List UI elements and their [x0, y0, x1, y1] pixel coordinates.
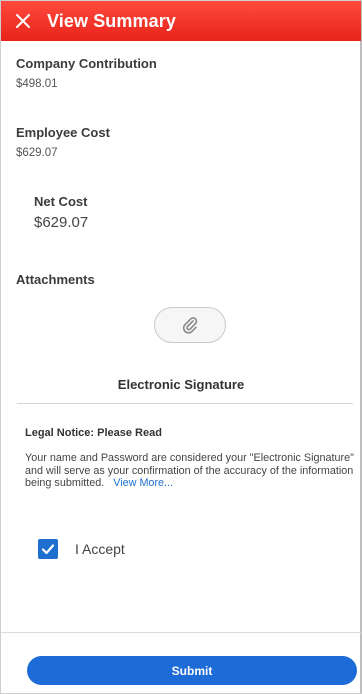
close-icon — [16, 14, 30, 28]
checkmark-icon — [41, 544, 55, 555]
attachments-label: Attachments — [16, 272, 95, 287]
add-attachment-button[interactable] — [154, 307, 226, 343]
net-cost-value: $629.07 — [34, 214, 89, 231]
electronic-signature-title: Electronic Signature — [117, 377, 245, 392]
legal-notice-title: Legal Notice: Please Read — [25, 427, 162, 439]
legal-notice-text: Your name and Password are considered yo… — [25, 452, 361, 490]
view-more-link[interactable]: View More... — [113, 477, 173, 489]
accept-checkbox[interactable] — [38, 539, 58, 559]
employee-cost-value: $629.07 — [16, 147, 58, 159]
employee-cost-label: Employee Cost — [16, 125, 110, 140]
section-divider — [17, 403, 353, 404]
net-cost-label: Net Cost — [34, 194, 88, 209]
paperclip-icon — [182, 317, 198, 334]
accept-label: I Accept — [75, 541, 125, 557]
company-contribution-value: $498.01 — [16, 78, 58, 90]
page-title: View Summary — [47, 10, 176, 31]
legal-notice-body: Your name and Password are considered yo… — [25, 452, 354, 489]
app-screen: View Summary Company Contribution $498.0… — [0, 0, 362, 694]
footer-divider — [1, 632, 361, 633]
header-bar: View Summary — [1, 1, 361, 41]
close-button[interactable] — [1, 1, 45, 41]
submit-button[interactable]: Submit — [27, 656, 357, 685]
company-contribution-label: Company Contribution — [16, 56, 157, 71]
